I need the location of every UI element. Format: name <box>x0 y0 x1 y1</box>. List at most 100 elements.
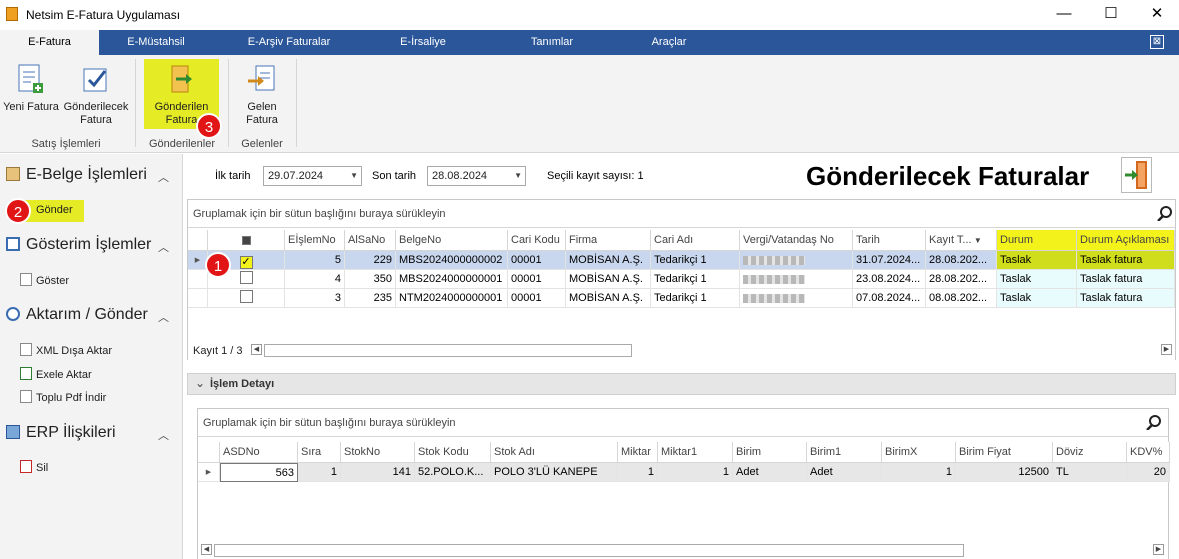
column-header[interactable]: AlSaNo <box>345 230 396 251</box>
row-checkbox[interactable] <box>239 271 253 284</box>
display-grid-icon <box>6 237 20 251</box>
cell-cari: 00001 <box>508 270 566 289</box>
cell-eislem: 4 <box>285 270 345 289</box>
exit-door-icon <box>1125 161 1147 189</box>
group-ebelge[interactable]: E-Belge İşlemleri <box>6 166 147 184</box>
column-header[interactable]: BirimX <box>882 442 956 463</box>
column-header[interactable]: Stok Adı <box>491 442 618 463</box>
sidebar-item-send[interactable]: Gönder <box>36 204 73 216</box>
to-send-label-2: Fatura <box>80 114 112 126</box>
sidebar-item-show-label: Göster <box>36 275 70 287</box>
redacted-tax-id <box>743 275 805 284</box>
cell-tarih: 23.08.2024... <box>853 270 926 289</box>
select-all-checkbox-cell[interactable] <box>208 230 285 251</box>
scroll-right-icon[interactable]: ▶ <box>1161 344 1172 355</box>
column-header[interactable]: Döviz <box>1053 442 1127 463</box>
column-header[interactable]: Firma <box>566 230 651 251</box>
tab-e-mustahsil[interactable]: E-Müstahsil <box>108 30 204 55</box>
tab-tanimlar[interactable]: Tanımlar <box>516 30 588 55</box>
cell-tax-id <box>740 289 853 308</box>
horizontal-scroll-thumb[interactable] <box>214 544 964 557</box>
cell-alsa: 229 <box>345 251 396 270</box>
page-title: Gönderilecek Faturalar <box>806 161 1090 191</box>
cell-fiyat: 12500 <box>956 463 1053 482</box>
column-header[interactable]: Durum <box>997 230 1077 251</box>
close-button[interactable]: ✕ <box>1134 0 1179 30</box>
first-date-picker[interactable]: 29.07.2024 ▼ <box>263 166 362 186</box>
dropdown-arrow-icon[interactable]: ▼ <box>514 167 522 185</box>
search-icon[interactable] <box>1146 415 1161 430</box>
group-by-area[interactable]: Gruplamak için bir sütun başlığını buray… <box>198 409 1168 437</box>
column-header[interactable]: Stok Kodu <box>415 442 491 463</box>
cell-firma: MOBİSAN A.Ş. <box>566 270 651 289</box>
window-title: Netsim E-Fatura Uygulaması <box>26 8 181 22</box>
group-erp-label: ERP İlişkileri <box>26 424 116 441</box>
record-info: Kayıt 1 / 3 <box>193 345 243 357</box>
row-checkbox[interactable] <box>239 290 253 303</box>
sort-desc-icon[interactable]: ▼ <box>972 236 982 245</box>
column-header[interactable]: Sıra <box>298 442 341 463</box>
group-transfer[interactable]: Aktarım / Gönder <box>6 306 148 324</box>
minimize-button[interactable]: — <box>1041 0 1087 30</box>
tab-araclar[interactable]: Araçlar <box>636 30 702 55</box>
column-header[interactable]: Birim1 <box>807 442 882 463</box>
column-header[interactable]: Miktar1 <box>658 442 733 463</box>
column-header[interactable]: Cari Kodu <box>508 230 566 251</box>
ribbon-separator <box>135 59 136 147</box>
ribbon-options-icon[interactable]: ⊠ <box>1150 35 1164 49</box>
last-date-picker[interactable]: 28.08.2024 ▼ <box>427 166 526 186</box>
column-header[interactable]: BelgeNo <box>396 230 508 251</box>
new-invoice-button[interactable]: Yeni Fatura <box>2 59 60 114</box>
column-header[interactable]: Durum Açıklaması <box>1077 230 1175 251</box>
column-header[interactable]: Cari Adı <box>651 230 740 251</box>
row-indicator-icon <box>188 270 208 289</box>
column-header[interactable]: Tarih <box>853 230 926 251</box>
incoming-invoice-button[interactable]: Gelen Fatura <box>237 59 287 127</box>
search-icon[interactable] <box>1157 206 1172 221</box>
row-checkbox[interactable]: ✓ <box>239 256 253 269</box>
column-header[interactable]: EİşlemNo <box>285 230 345 251</box>
sidebar-item-pdf-download[interactable]: Toplu Pdf İndir <box>20 390 106 404</box>
cell-durum: Taslak <box>997 270 1077 289</box>
tab-e-fatura[interactable]: E-Fatura <box>0 30 99 55</box>
select-all-checkbox[interactable] <box>241 236 251 245</box>
column-header[interactable]: ASDNo <box>220 442 298 463</box>
cell-cari: 00001 <box>508 251 566 270</box>
sidebar-item-xml-export[interactable]: XML Dışa Aktar <box>20 343 112 357</box>
cell-kayit: 28.08.202... <box>926 251 997 270</box>
group-by-area[interactable]: Gruplamak için bir sütun başlığını buray… <box>188 200 1175 228</box>
scroll-left-icon[interactable]: ◀ <box>201 544 212 555</box>
column-header[interactable]: KDV% <box>1127 442 1170 463</box>
column-header[interactable]: Vergi/Vatandaş No <box>740 230 853 251</box>
sidebar-item-show[interactable]: Göster <box>20 273 69 287</box>
cell-belge: MBS2024000000002 <box>396 251 508 270</box>
column-header[interactable]: StokNo <box>341 442 415 463</box>
chevron-up-icon[interactable]: ︿ <box>158 427 169 443</box>
dropdown-arrow-icon[interactable]: ▼ <box>350 167 358 185</box>
collapse-chevron-icon[interactable]: ⌄ <box>195 376 205 390</box>
to-send-invoice-button[interactable]: Gönderilecek Fatura <box>63 59 129 127</box>
group-display[interactable]: Gösterim İşlemler <box>6 236 151 254</box>
chevron-up-icon[interactable]: ︿ <box>158 239 169 255</box>
sidebar-item-delete[interactable]: Sil <box>20 460 48 474</box>
cell-kayit: 28.08.202... <box>926 270 997 289</box>
column-header[interactable]: Kayıt T... ▼ <box>926 230 997 251</box>
column-header[interactable]: Miktar <box>618 442 658 463</box>
tab-e-arsiv[interactable]: E-Arşiv Faturalar <box>230 30 348 55</box>
scroll-right-icon[interactable]: ▶ <box>1153 544 1164 555</box>
tab-e-irsaliye[interactable]: E-İrsaliye <box>383 30 463 55</box>
chevron-up-icon[interactable]: ︿ <box>158 309 169 325</box>
chevron-up-icon[interactable]: ︿ <box>158 169 169 185</box>
horizontal-scroll-thumb[interactable] <box>264 344 632 357</box>
scroll-left-icon[interactable]: ◀ <box>251 344 262 355</box>
group-erp[interactable]: ERP İlişkileri <box>6 424 116 442</box>
column-header[interactable]: Birim <box>733 442 807 463</box>
detail-panel-header[interactable]: ⌄ İşlem Detayı <box>187 373 1176 395</box>
maximize-button[interactable]: ☐ <box>1088 0 1134 30</box>
sidebar-item-excel-export[interactable]: Exele Aktar <box>20 367 92 381</box>
first-date-label: İlk tarih <box>215 170 251 182</box>
detail-panel-title: İşlem Detayı <box>210 378 275 390</box>
row-checkbox-cell[interactable] <box>208 289 285 308</box>
column-header[interactable]: Birim Fiyat <box>956 442 1053 463</box>
exit-button[interactable] <box>1121 157 1152 193</box>
